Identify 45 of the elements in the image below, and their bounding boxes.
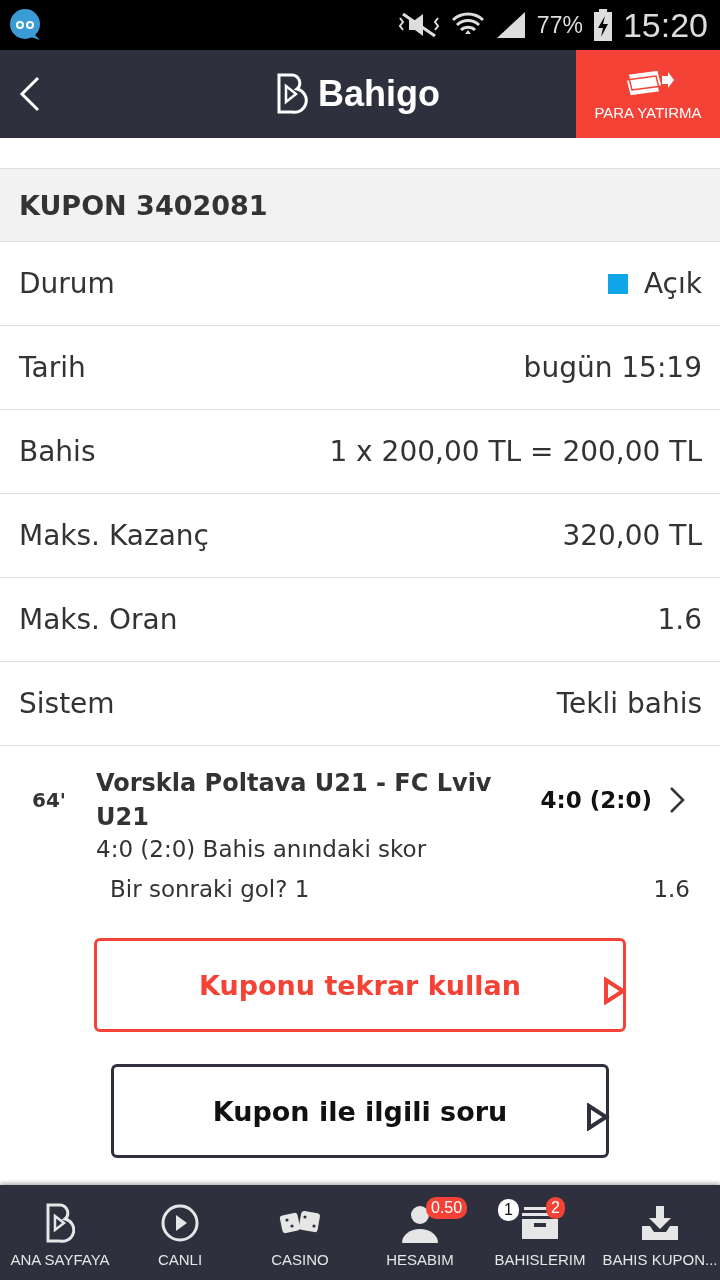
match-minute: 64' [31, 788, 67, 812]
back-icon [19, 76, 41, 112]
chat-app-icon [8, 8, 42, 42]
logo-icon [45, 1203, 75, 1243]
nav-tab[interactable]: ANA SAYFAYA [0, 1185, 120, 1280]
nav-tab[interactable]: CASINO [240, 1185, 360, 1280]
mute-icon [396, 10, 441, 40]
clock: 15:20 [622, 5, 708, 45]
match-name: Vorskla Poltava U21 - FC Lviv U21 [96, 768, 493, 833]
live-score: 4:0 (2:0) [540, 787, 652, 813]
brand-name: Bahigo [318, 73, 440, 115]
score-note: 4:0 (2:0) Bahis anındaki skor [96, 836, 428, 862]
row-label: Bahis [19, 435, 96, 468]
row-value: 320,00 TL [562, 519, 702, 552]
deposit-button[interactable]: PARA YATIRMA [576, 50, 720, 138]
battery-charging-icon [592, 9, 613, 41]
chevron-right-icon[interactable] [669, 786, 685, 814]
row-value: 1 x 200,00 TL = 200,00 TL [329, 435, 702, 468]
bet-odds: 1.6 [653, 876, 690, 902]
row-value: bugün 15:19 [523, 351, 702, 384]
logo-icon [276, 73, 308, 115]
nav-tab[interactable]: BAHIS KUPON... [600, 1185, 720, 1280]
play-triangle-icon [586, 1103, 610, 1131]
row-label: Maks. Kazanç [19, 519, 209, 552]
nav-tab[interactable]: 0.50 HESABIM [360, 1185, 480, 1280]
row-value: Açık [643, 267, 702, 300]
count-badge: 2 [546, 1197, 565, 1219]
row-value: 1.6 [657, 603, 702, 636]
download-icon [640, 1204, 680, 1242]
coupon-question-button[interactable]: Kupon ile ilgili soru [111, 1064, 609, 1158]
battery-percent: 77% [536, 11, 583, 39]
nav-tab[interactable]: CANLI [120, 1185, 240, 1280]
play-icon [160, 1203, 200, 1243]
reuse-coupon-button[interactable]: Kuponu tekrar kullan [94, 938, 626, 1032]
row-label: Maks. Oran [19, 603, 178, 636]
count-badge: 1 [498, 1199, 519, 1221]
coupon-title: KUPON 3402081 [0, 168, 720, 242]
play-triangle-icon [603, 977, 627, 1005]
row-label: Tarih [19, 351, 86, 384]
row-value: Tekli bahis [556, 687, 702, 720]
count-badge: 0.50 [426, 1197, 468, 1219]
bet-selection: Bir sonraki gol? 1 [109, 876, 311, 902]
row-label: Sistem [19, 687, 115, 720]
row-label: Durum [19, 267, 115, 300]
nav-tab[interactable]: 1 2 BAHISLERIM [480, 1185, 600, 1280]
